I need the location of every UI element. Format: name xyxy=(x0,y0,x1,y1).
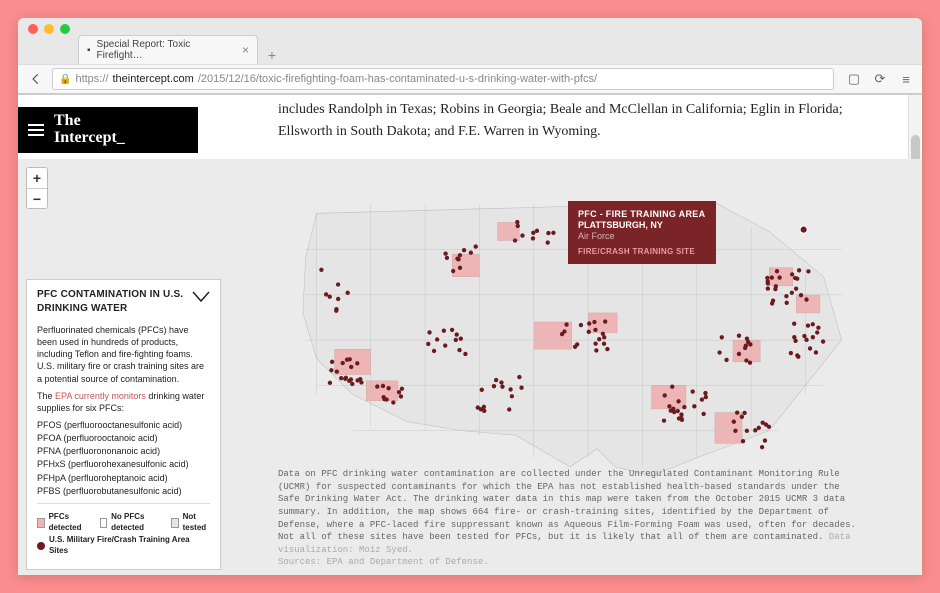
tooltip-branch: Air Force xyxy=(578,231,706,241)
lock-icon: 🔒 xyxy=(59,74,71,85)
back-button[interactable] xyxy=(26,69,46,89)
page-content: includes Randolph in Texas; Robins in Ge… xyxy=(18,95,922,575)
tab-favicon: ▪ xyxy=(87,45,91,56)
pfc-item: PFOS (perfluorooctanesulfonic acid) xyxy=(37,419,210,431)
info-panel: PFC CONTAMINATION IN U.S. DRINKING WATER… xyxy=(26,279,221,570)
url-path: /2015/12/16/toxic-firefighting-foam-has-… xyxy=(198,73,597,85)
new-tab-button[interactable]: + xyxy=(262,46,282,64)
tooltip-title: PFC - FIRE TRAINING AREA xyxy=(578,209,706,219)
chevron-down-icon xyxy=(192,291,210,303)
site-header: The Intercept_ xyxy=(18,107,198,153)
highlighted-site-dot[interactable] xyxy=(800,226,807,233)
url-bar-row: 🔒 https:// theintercept.com/2015/12/16/to… xyxy=(18,64,922,94)
browser-window: ▪ Special Report: Toxic Firefight… × + 🔒… xyxy=(18,18,922,575)
toolbar-icons: ▢ ⟳ ≡ xyxy=(846,71,914,87)
browser-tab[interactable]: ▪ Special Report: Toxic Firefight… × xyxy=(78,35,258,64)
tab-title: Special Report: Toxic Firefight… xyxy=(97,39,236,61)
map-legend: PFCs detected No PFCs detected Not teste… xyxy=(37,503,210,557)
epa-monitors-link[interactable]: EPA currently monitors xyxy=(55,391,146,401)
menu-icon[interactable]: ≡ xyxy=(898,71,914,87)
legend-swatch-not-detected xyxy=(100,518,108,528)
back-arrow-icon xyxy=(29,72,43,86)
site-logo[interactable]: The Intercept_ xyxy=(54,113,125,147)
zoom-in-button[interactable]: + xyxy=(27,168,47,188)
article-body-excerpt: includes Randolph in Texas; Robins in Ge… xyxy=(278,99,862,142)
pfc-item: PFHpA (perfluoroheptanoic acid) xyxy=(37,472,210,484)
pfc-item: PFHxS (perfluorohexanesulfonic acid) xyxy=(37,458,210,470)
map-tooltip: PFC - FIRE TRAINING AREA PLATTSBURGH, NY… xyxy=(568,201,716,264)
tooltip-type: FIRE/CRASH TRAINING SITE xyxy=(578,247,706,256)
legend-swatch-not-tested xyxy=(171,518,179,528)
minimize-window-button[interactable] xyxy=(44,24,54,34)
map-caption: Data on PFC drinking water contamination… xyxy=(278,468,862,569)
legend-row: PFCs detected No PFCs detected Not teste… xyxy=(37,512,210,534)
zoom-out-button[interactable]: − xyxy=(27,188,47,208)
pfc-item: PFOA (perfluorooctanoic acid) xyxy=(37,432,210,444)
legend-dot-military xyxy=(37,542,45,550)
legend-swatch-detected xyxy=(37,518,45,528)
browser-chrome: ▪ Special Report: Toxic Firefight… × + 🔒… xyxy=(18,18,922,95)
zoom-controls: + − xyxy=(26,167,48,209)
maximize-window-button[interactable] xyxy=(60,24,70,34)
info-panel-p2: The EPA currently monitors drinking wate… xyxy=(37,390,210,414)
url-prefix: https:// xyxy=(75,73,108,85)
hamburger-menu-button[interactable] xyxy=(28,124,44,136)
close-window-button[interactable] xyxy=(28,24,38,34)
info-panel-title: PFC CONTAMINATION IN U.S. DRINKING WATER xyxy=(37,288,192,315)
info-panel-p1: Perfluorinated chemicals (PFCs) have bee… xyxy=(37,324,210,385)
pfc-item: PFBS (perfluorobutanesulfonic acid) xyxy=(37,485,210,497)
legend-row: U.S. Military Fire/Crash Training Area S… xyxy=(37,535,210,557)
map-container: + − xyxy=(18,159,922,575)
collapse-panel-button[interactable] xyxy=(192,288,210,310)
traffic-lights xyxy=(28,24,70,34)
reload-button[interactable]: ⟳ xyxy=(872,71,888,87)
pocket-icon[interactable]: ▢ xyxy=(846,71,862,87)
url-host: theintercept.com xyxy=(112,73,193,85)
pfc-item: PFNA (perfluorononanoic acid) xyxy=(37,445,210,457)
close-tab-icon[interactable]: × xyxy=(242,44,249,56)
tab-bar: ▪ Special Report: Toxic Firefight… × + xyxy=(18,40,922,64)
tooltip-location: PLATTSBURGH, NY xyxy=(578,220,706,230)
url-bar[interactable]: 🔒 https:// theintercept.com/2015/12/16/to… xyxy=(52,68,834,90)
pfc-list: PFOS (perfluorooctanesulfonic acid)PFOA … xyxy=(37,419,210,497)
